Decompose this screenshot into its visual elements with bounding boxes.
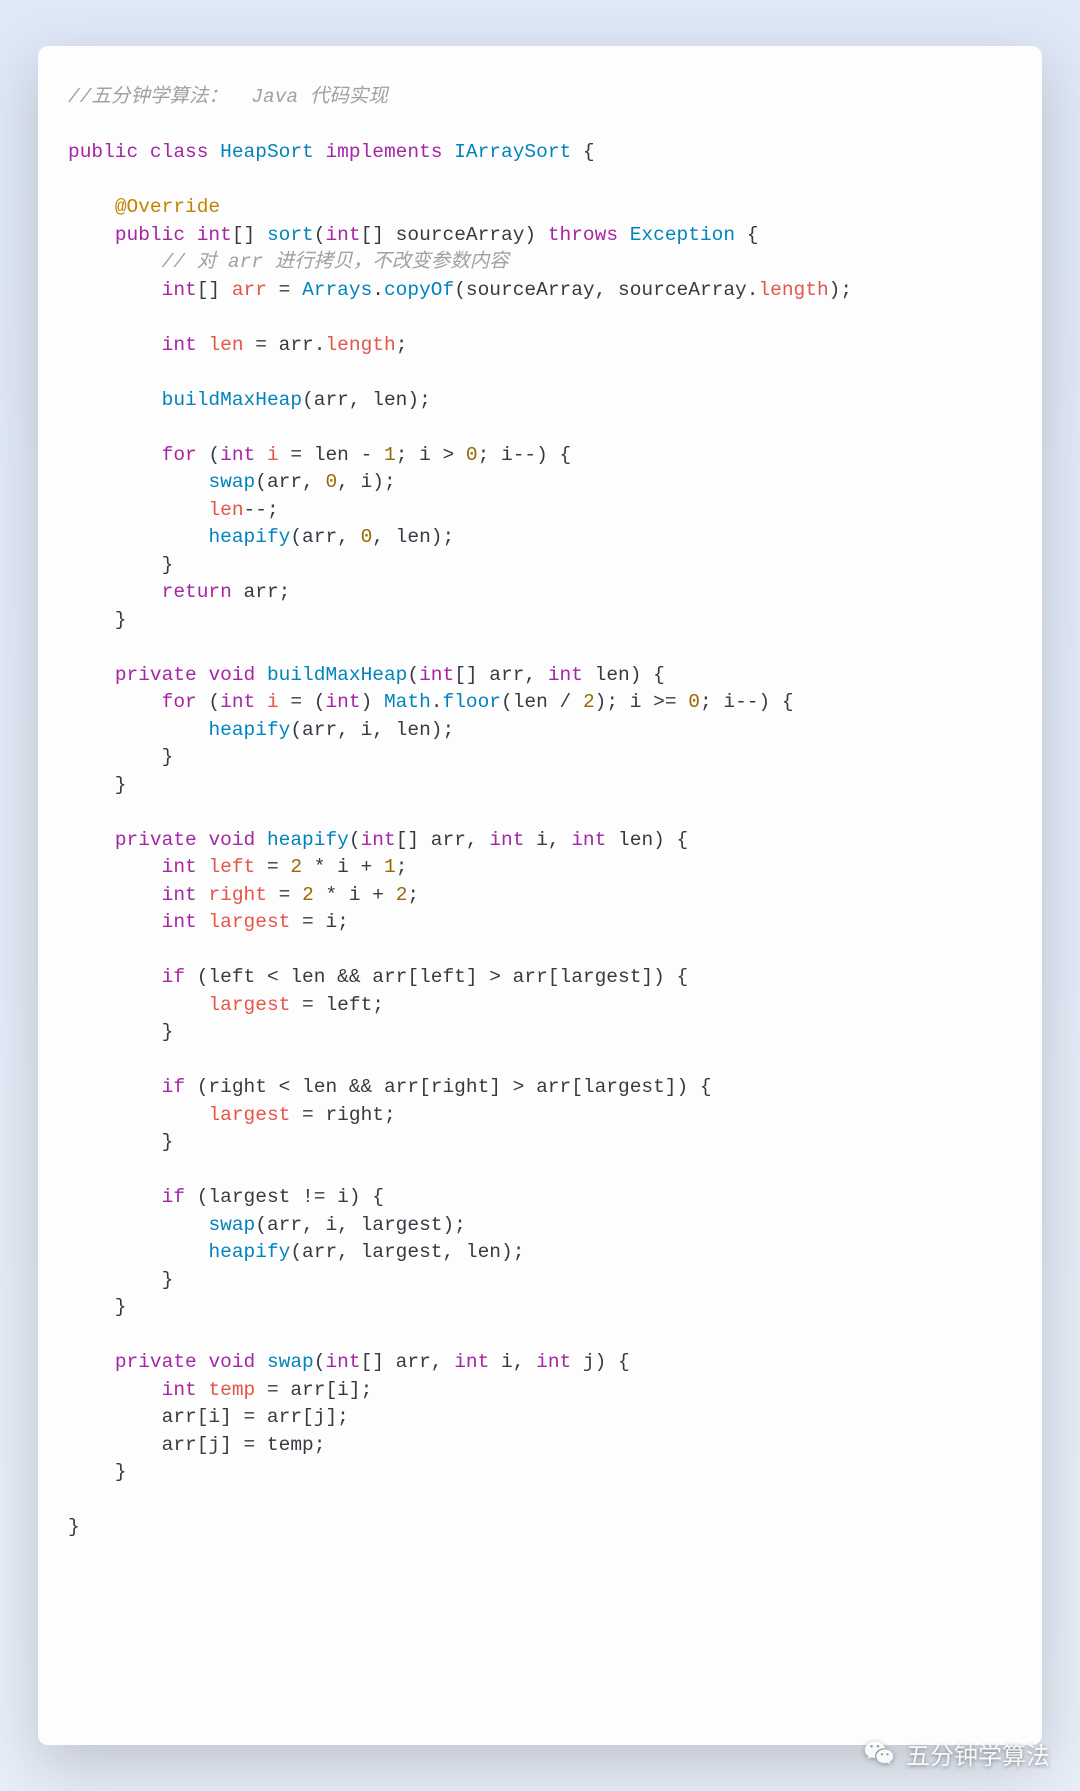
wechat-icon (862, 1737, 896, 1771)
watermark-label: 五分钟学算法 (906, 1736, 1050, 1771)
code-card: //五分钟学算法： Java 代码实现 public class HeapSor… (38, 46, 1042, 1745)
code-block: //五分钟学算法： Java 代码实现 public class HeapSor… (68, 84, 1012, 1542)
watermark: 五分钟学算法 (862, 1736, 1050, 1771)
